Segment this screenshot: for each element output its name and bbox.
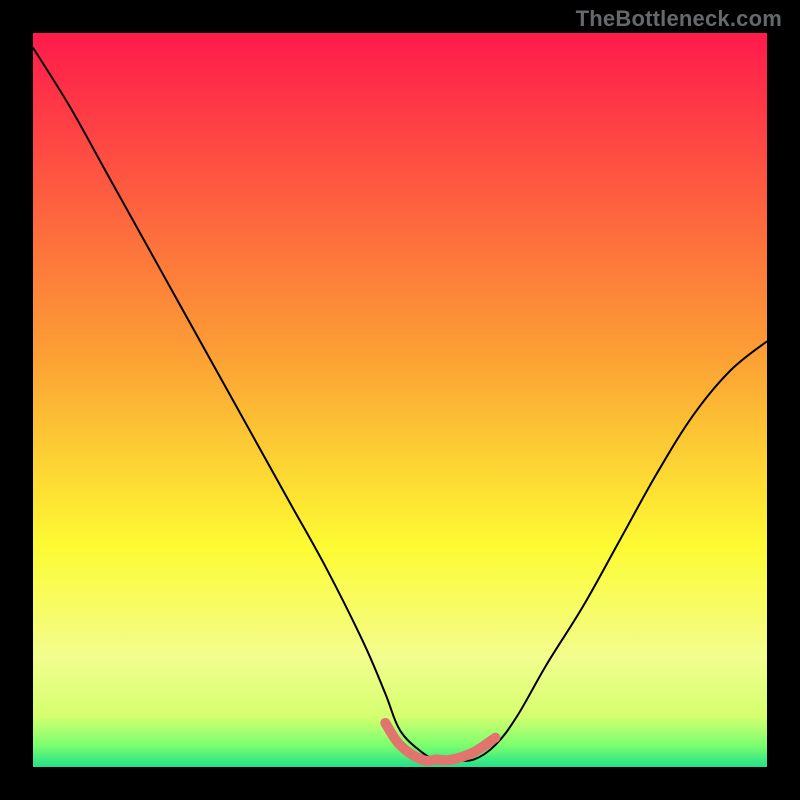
bottleneck-chart xyxy=(33,33,767,767)
watermark-text: TheBottleneck.com xyxy=(576,6,782,32)
chart-background xyxy=(33,33,767,767)
chart-frame: TheBottleneck.com xyxy=(0,0,800,800)
